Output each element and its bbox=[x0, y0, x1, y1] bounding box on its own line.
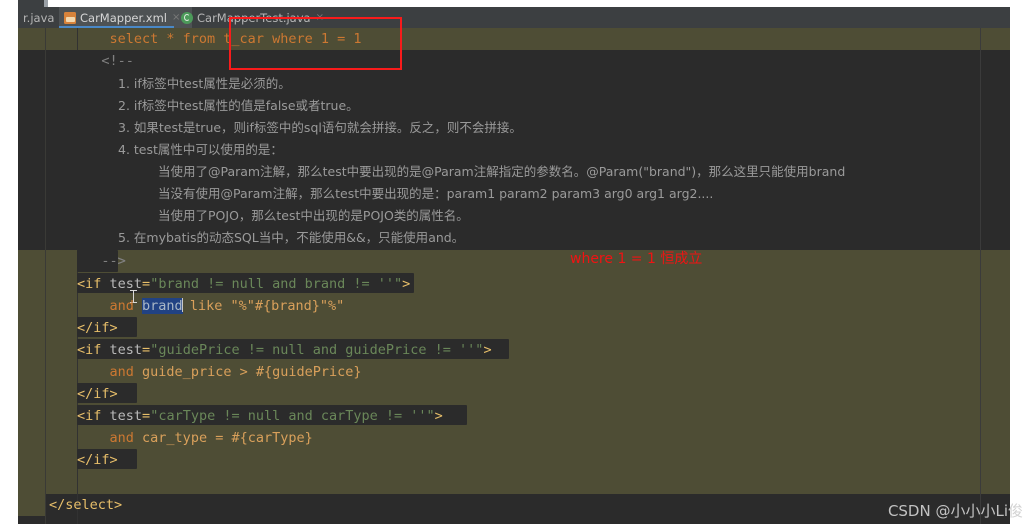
top-edge-artifact bbox=[18, 0, 44, 7]
code-line-note-5: 5. 在mybatis的动态SQL当中，不能使用&&，只能使用and。 bbox=[118, 230, 465, 245]
gutter-divider-1 bbox=[45, 28, 46, 524]
code-line-if3-end: </if> bbox=[77, 452, 118, 468]
code-line-note-1: 1. if标签中test属性是必须的。 bbox=[118, 76, 291, 91]
code-line-comment-open: <!-- bbox=[101, 53, 134, 69]
editor-tab-bar: r.java × CarMapper.xml × CarMapperTest.j… bbox=[18, 7, 1010, 28]
highlight-band-comment-end bbox=[18, 250, 1010, 272]
code-line-note-3: 3. 如果test是true，则if标签中的sql语句就会拼接。反之，则不会拼接… bbox=[118, 120, 522, 135]
code-line-if1-end: </if> bbox=[77, 320, 118, 336]
right-margin-guide bbox=[980, 28, 981, 524]
code-line-if3-open: <if test="carType != null and carType !=… bbox=[77, 408, 443, 424]
code-line-if2-body: and guide_price > #{guidePrice} bbox=[109, 364, 362, 380]
code-line-if1-body: and brand like "%"#{brand}"%" bbox=[109, 298, 345, 314]
selected-word-brand[interactable]: brand bbox=[142, 298, 183, 314]
screenshot-root: r.java × CarMapper.xml × CarMapperTest.j… bbox=[0, 0, 1027, 524]
code-line-if1-open: <if test="brand != null and brand != ''"… bbox=[77, 276, 411, 292]
code-line-note-2: 2. if标签中test属性的值是false或者true。 bbox=[118, 98, 359, 113]
code-line-comment-close-text: --> bbox=[101, 253, 126, 269]
tab-label: CarMapper.xml bbox=[80, 10, 167, 25]
code-editor[interactable]: select * from t_car where 1 = 1 <!-- 1. … bbox=[18, 28, 1010, 524]
red-annotation-text: where 1 = 1 恒成立 bbox=[570, 251, 703, 267]
code-line-if2-end: </if> bbox=[77, 386, 118, 402]
code-line-note-pojo: 当使用了POJO，那么test中出现的是POJO类的属性名。 bbox=[158, 208, 469, 223]
red-annotation-box bbox=[229, 17, 402, 70]
code-line-if3-body: and car_type = #{carType} bbox=[109, 430, 313, 446]
code-line-if2-open: <if test="guidePrice != null and guidePr… bbox=[77, 342, 492, 358]
csdn-watermark: CSDN @小小小Li俊 bbox=[887, 502, 1023, 520]
xml-file-icon bbox=[64, 11, 76, 24]
tab-label: r.java bbox=[23, 10, 55, 25]
code-line-note-param-annotated: 当使用了@Param注解，那么test中要出现的是@Param注解指定的参数名。… bbox=[158, 164, 846, 179]
code-line-note-param-unannotated: 当没有使用@Param注解，那么test中要出现的是：param1 param2… bbox=[158, 186, 714, 201]
gutter-band-bottom bbox=[18, 494, 45, 516]
tab-carmapper-xml[interactable]: CarMapper.xml × bbox=[59, 7, 192, 28]
java-class-icon bbox=[181, 11, 193, 24]
code-line-note-4: 4. test属性中可以使用的是： bbox=[118, 142, 283, 157]
code-line-select-end: </select> bbox=[49, 497, 123, 513]
